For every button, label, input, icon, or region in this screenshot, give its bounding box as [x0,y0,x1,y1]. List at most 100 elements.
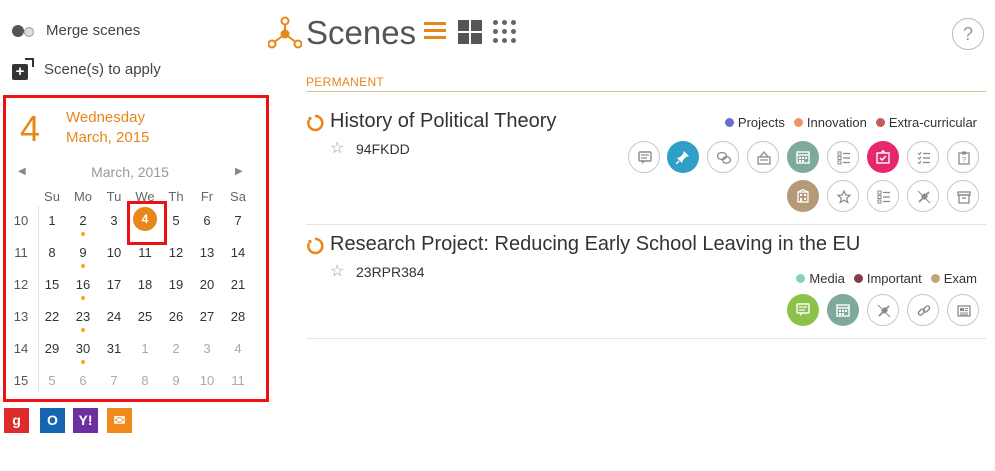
calendar-day[interactable]: 29 [37,339,67,359]
favorite-star-icon[interactable]: ☆ [330,138,344,158]
tag[interactable]: Extra-curricular [875,115,977,130]
calendar-day[interactable]: 6 [68,371,98,391]
calendar-day[interactable]: 6 [192,211,222,231]
calendar-day[interactable]: 15 [37,275,67,295]
tag-color-dot [853,274,863,283]
link-off-tool-button[interactable] [867,294,899,326]
calendar-day[interactable]: 11 [130,243,160,263]
calendar-day[interactable]: 12 [161,243,191,263]
calendar-day[interactable]: 14 [223,243,253,263]
link-icon [917,305,931,316]
selected-month-year: March, 2015 [66,129,150,146]
calendar-day[interactable]: 22 [37,307,67,327]
mail-calendar-icon[interactable]: ✉ [107,408,132,433]
link-off-tool-button[interactable] [907,180,939,212]
calendar-day[interactable]: 23 [68,307,98,327]
calendar-day[interactable]: 24 [99,307,129,327]
merge-scenes-label: Merge scenes [46,22,141,39]
tag[interactable]: Exam [930,271,977,286]
list-view-icon[interactable] [424,22,446,42]
refresh-icon[interactable] [306,114,324,132]
tag[interactable]: Innovation [793,115,867,130]
tag-color-dot [793,118,803,127]
calendar-day[interactable]: 1 [37,211,67,231]
calendar-day[interactable]: 28 [223,307,253,327]
compact-view-icon[interactable] [493,20,517,44]
scene-code: 94FKDD [356,141,410,157]
calendar-day[interactable]: 9 [68,243,98,263]
google-calendar-icon[interactable]: g [4,408,29,433]
calendar-day[interactable]: 25 [130,307,160,327]
week-number: 10 [13,213,29,228]
week-number: 11 [14,245,28,260]
calendar-tool-button[interactable] [827,294,859,326]
favorite-star-icon[interactable]: ☆ [330,261,344,281]
scene-tags: Media Important Exam [787,271,977,286]
yahoo-calendar-icon[interactable]: Y! [73,408,98,433]
list-tool-button[interactable] [867,180,899,212]
comment-tool-button[interactable] [787,294,819,326]
list-tool-button[interactable] [827,141,859,173]
calendar-day[interactable]: 7 [223,211,253,231]
scenes-to-apply-button[interactable]: + Scene(s) to apply [12,58,161,80]
help-button[interactable]: ? [952,18,984,50]
today-marker[interactable]: 4 [133,207,157,231]
task-tool-button[interactable] [867,141,899,173]
add-scene-icon: + [12,58,34,80]
calendar-day[interactable]: 10 [99,243,129,263]
star-tool-button[interactable] [827,180,859,212]
tag[interactable]: Important [853,271,922,286]
calendar-day[interactable]: 13 [192,243,222,263]
building-tool-button[interactable] [787,180,819,212]
archive-icon [957,191,971,204]
selected-date-label: Wednesday March, 2015 [66,108,149,148]
checklist-tool-button[interactable] [907,141,939,173]
scene-title[interactable]: Research Project: Reducing Early School … [330,233,860,256]
calendar-day[interactable]: 26 [161,307,191,327]
inbox-tool-button[interactable] [747,141,779,173]
calendar-day[interactable]: 8 [130,371,160,391]
comment-tool-button[interactable] [628,141,660,173]
calendar-day[interactable]: 18 [130,275,160,295]
tag[interactable]: Projects [724,115,785,130]
week-number: 12 [13,277,29,292]
calendar-day[interactable]: 30 [68,339,98,359]
outlook-calendar-icon[interactable]: O [40,408,65,433]
calendar-day[interactable]: 19 [161,275,191,295]
calendar-day[interactable]: 2 [161,339,191,359]
calendar-day[interactable]: 10 [192,371,222,391]
calendar-day[interactable]: 9 [161,371,191,391]
calendar-day[interactable]: 7 [99,371,129,391]
calendar-icon [796,151,810,164]
archive-tool-button[interactable] [947,180,979,212]
prev-month-button[interactable]: ◀ [18,166,26,177]
calendar-day[interactable]: 20 [192,275,222,295]
chat-tool-button[interactable] [707,141,739,173]
calendar-day[interactable]: 21 [223,275,253,295]
calendar-day[interactable]: 3 [192,339,222,359]
calendar-day[interactable]: 4 [223,339,253,359]
calendar-day[interactable]: 11 [223,371,253,391]
calendar-day[interactable]: 2 [68,211,98,231]
link-tool-button[interactable] [907,294,939,326]
next-month-button[interactable]: ▶ [235,166,243,177]
calendar-day[interactable]: 31 [99,339,129,359]
grid-view-icon[interactable] [458,20,482,44]
calendar-day[interactable]: 17 [99,275,129,295]
tag-color-dot [930,274,940,283]
calendar-day[interactable]: 1 [130,339,160,359]
scene-title[interactable]: History of Political Theory [330,110,556,133]
clipboard-tool-button[interactable]: ? [947,141,979,173]
calendar-day[interactable]: 3 [99,211,129,231]
calendar-day[interactable]: 27 [192,307,222,327]
calendar-day[interactable]: 5 [37,371,67,391]
merge-scenes-button[interactable]: Merge scenes [12,22,140,39]
calendar-tool-button[interactable] [787,141,819,173]
weekday-header: Su [44,189,60,204]
refresh-icon[interactable] [306,237,324,255]
calendar-day[interactable]: 8 [37,243,67,263]
newspaper-tool-button[interactable] [947,294,979,326]
tag[interactable]: Media [796,271,845,286]
pin-tool-button[interactable] [667,141,699,173]
calendar-day[interactable]: 16 [68,275,98,295]
